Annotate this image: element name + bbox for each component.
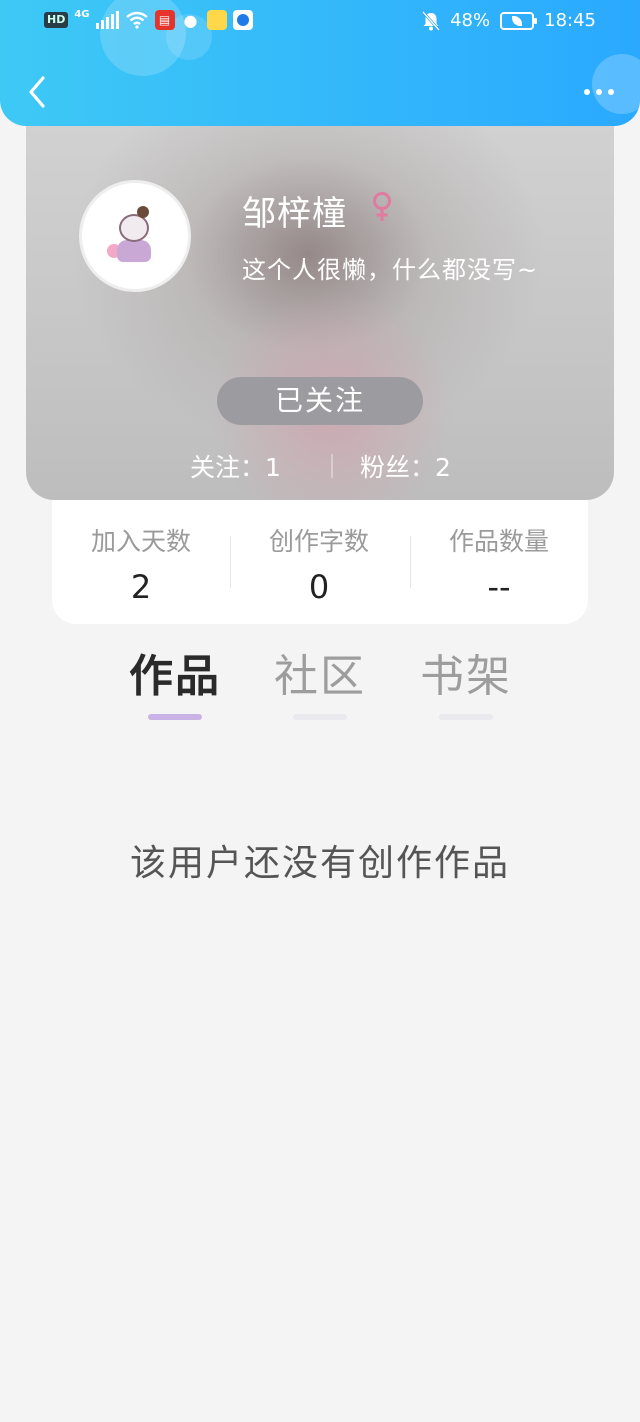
stat-label: 加入天数 [90, 527, 191, 556]
avatar-illustration [107, 206, 163, 266]
signal-icon [95, 11, 119, 29]
more-dots-icon [608, 89, 614, 95]
tab-indicator [293, 714, 347, 720]
stat-word-count: 创作字数 0 [230, 522, 408, 606]
tab-bookshelf[interactable]: 书架 [411, 640, 521, 720]
chevron-left-icon [29, 76, 45, 108]
tab-indicator [148, 714, 202, 720]
battery-percent: 48% [450, 10, 491, 31]
more-options-button[interactable] [584, 80, 614, 104]
more-dots-icon [596, 89, 602, 95]
back-button[interactable] [22, 72, 52, 112]
listen-app-icon: ▤ [154, 10, 175, 30]
tab-label: 作品 [129, 651, 221, 702]
tab-label: 社区 [274, 651, 366, 702]
divider [331, 454, 333, 478]
follow-button[interactable]: 已关注 [217, 377, 423, 425]
tab-indicator [439, 714, 493, 720]
wechat-icon: ● [183, 10, 198, 30]
more-dots-icon [584, 89, 590, 95]
tab-community[interactable]: 社区 [265, 640, 375, 720]
stat-value: 2 [130, 568, 152, 606]
profile-card: 邹梓橦 这个人很懒，什么都没写~ 已关注 关注：1 粉丝：2 [26, 104, 614, 500]
clock: 18:45 [544, 10, 596, 31]
network-type: 4G [74, 8, 90, 20]
stat-label: 创作字数 [268, 527, 369, 556]
tab-label: 书架 [420, 651, 512, 702]
follow-counts: 关注：1 粉丝：2 [26, 446, 614, 482]
wifi-icon [125, 11, 148, 29]
user-name: 邹梓橦 [242, 194, 347, 234]
stat-label: 作品数量 [448, 527, 549, 556]
content-tabs: 作品 社区 书架 [0, 640, 640, 720]
status-bar: HD 4G ▤ ● 48% 18:45 [0, 0, 640, 44]
stat-value: 0 [308, 568, 330, 606]
avatar[interactable] [79, 180, 191, 292]
following-count[interactable]: 关注：1 [190, 448, 281, 484]
mute-bell-icon [422, 10, 441, 31]
browser-icon [232, 10, 253, 30]
fans-count[interactable]: 粉丝：2 [360, 448, 451, 484]
stat-join-days: 加入天数 2 [52, 522, 230, 606]
user-bio: 这个人很懒，什么都没写~ [242, 256, 539, 284]
empty-state-message: 该用户还没有创作作品 [129, 843, 510, 884]
female-icon [373, 192, 391, 221]
stat-works-count: 作品数量 -- [410, 522, 588, 606]
app-notification-icon [206, 10, 227, 30]
stats-card: 加入天数 2 创作字数 0 作品数量 -- [52, 500, 588, 624]
tab-works[interactable]: 作品 [120, 640, 230, 720]
hd-badge: HD [44, 12, 69, 28]
top-header: HD 4G ▤ ● 48% 18:45 [0, 0, 640, 126]
stat-value: -- [487, 568, 511, 606]
battery-icon [500, 11, 538, 30]
